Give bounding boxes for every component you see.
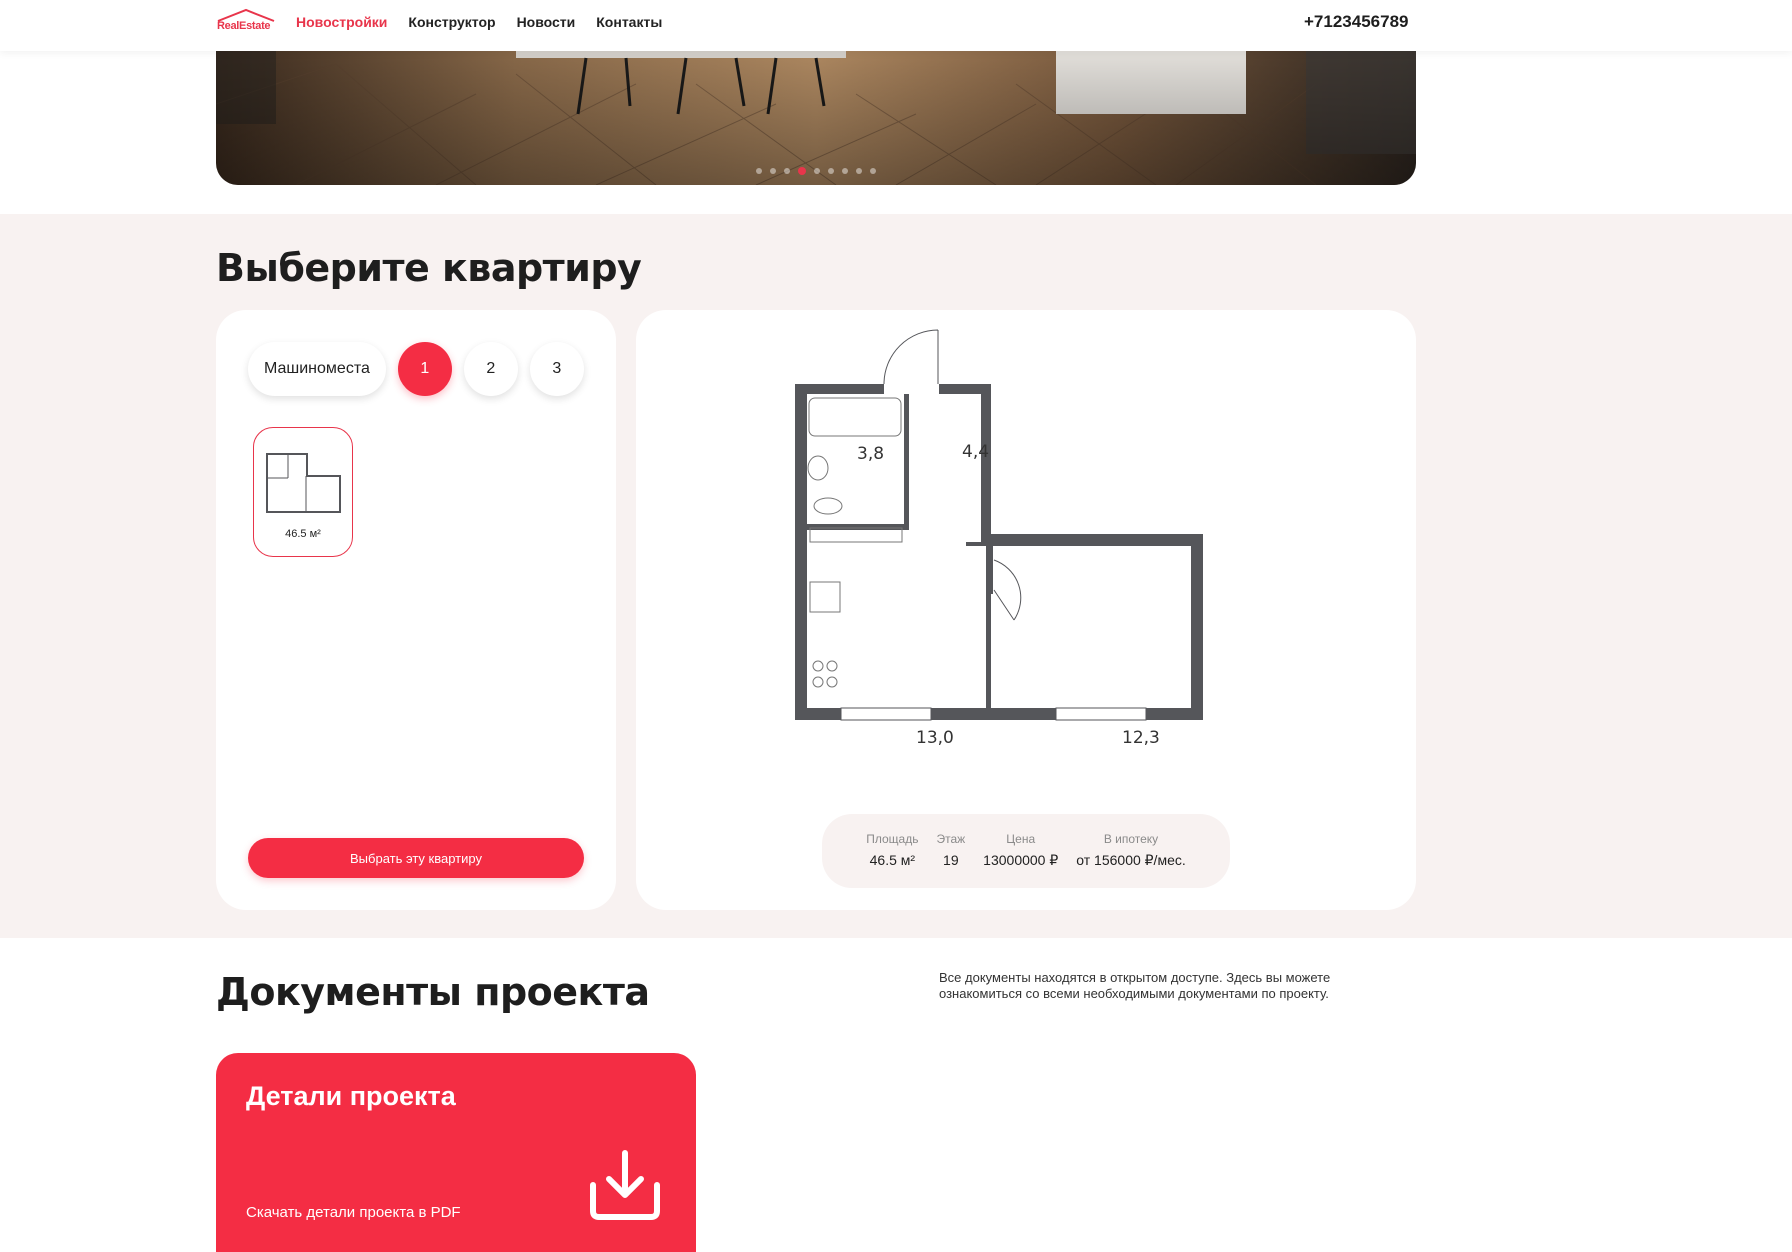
slider-dot[interactable] — [770, 168, 776, 174]
phone-number[interactable]: +7123456789 — [1304, 12, 1408, 32]
slider-dot[interactable] — [756, 168, 762, 174]
slider-dots — [216, 167, 1416, 175]
info-mortgage-value: от 156000 ₽/мес. — [1076, 852, 1186, 868]
floorplan-thumb-icon — [266, 453, 341, 513]
nav-item-new-buildings[interactable]: Новостройки — [296, 14, 387, 30]
logo-text[interactable]: RealEstate — [217, 20, 271, 32]
apartment-title: Выберите квартиру — [216, 246, 642, 290]
apartment-plan-card: 3,8 4,4 13,0 12,3 Площадь 46.5 м² Этаж 1… — [636, 310, 1416, 910]
documents-description: Все документы находятся в открытом досту… — [939, 970, 1331, 1001]
info-floor: Этаж 19 — [936, 832, 965, 888]
slider-dot-active[interactable] — [798, 167, 806, 175]
info-price-label: Цена — [1006, 832, 1036, 846]
floorplan-drawing — [795, 329, 1203, 721]
hero-slider[interactable] — [216, 44, 1416, 185]
info-area: Площадь 46.5 м² — [866, 832, 918, 888]
room-area-bedroom: 12,3 — [1122, 728, 1160, 748]
room-area-hall: 4,4 — [962, 442, 990, 462]
slider-dot[interactable] — [856, 168, 862, 174]
nav-item-contacts[interactable]: Контакты — [596, 14, 662, 30]
info-mortgage: В ипотеку от 156000 ₽/мес. — [1076, 832, 1185, 888]
slider-dot[interactable] — [814, 168, 820, 174]
room-filter: Машиноместа 1 2 3 — [248, 342, 584, 396]
filter-2-room[interactable]: 2 — [463, 342, 518, 396]
plan-thumbnail[interactable]: 46.5 м² — [253, 427, 353, 557]
slider-dot[interactable] — [870, 168, 876, 174]
filter-parking[interactable]: Машиноместа — [248, 342, 386, 396]
info-area-value: 46.5 м² — [869, 852, 916, 868]
download-icon[interactable] — [589, 1149, 661, 1221]
plan-thumb-area: 46.5 м² — [285, 528, 321, 540]
info-price-value: 13000000 ₽ — [983, 852, 1059, 868]
room-area-bathroom: 3,8 — [857, 444, 885, 464]
info-floor-value: 19 — [943, 852, 959, 868]
apartment-filter-card: Машиноместа 1 2 3 46.5 м² Выбрать эту кв… — [216, 310, 616, 910]
info-mortgage-label: В ипотеку — [1103, 832, 1159, 846]
documents-title: Документы проекта — [216, 970, 650, 1014]
slider-dot[interactable] — [842, 168, 848, 174]
filter-3-room[interactable]: 3 — [529, 342, 584, 396]
filter-1-room[interactable]: 1 — [397, 342, 452, 396]
doc-card-title: Детали проекта — [246, 1081, 456, 1111]
nav-item-constructor[interactable]: Конструктор — [408, 14, 495, 30]
info-area-label: Площадь — [866, 832, 919, 846]
info-price: Цена 13000000 ₽ — [983, 832, 1058, 888]
select-apartment-button[interactable]: Выбрать эту квартиру — [248, 838, 584, 878]
site-header: RealEstate Новостройки Конструктор Новос… — [0, 0, 1792, 51]
slider-dot[interactable] — [784, 168, 790, 174]
slider-dot[interactable] — [828, 168, 834, 174]
hero-image — [216, 44, 1416, 185]
nav-item-news[interactable]: Новости — [517, 14, 576, 30]
main-nav: Новостройки Конструктор Новости Контакты — [296, 14, 683, 30]
doc-card-subtitle: Скачать детали проекта в PDF — [246, 1204, 461, 1221]
room-area-kitchen: 13,0 — [916, 728, 954, 748]
apartment-info-bar: Площадь 46.5 м² Этаж 19 Цена 13000000 ₽ … — [822, 814, 1230, 888]
project-details-card[interactable]: Детали проекта Скачать детали проекта в … — [216, 1053, 696, 1252]
info-floor-label: Этаж — [936, 832, 966, 846]
